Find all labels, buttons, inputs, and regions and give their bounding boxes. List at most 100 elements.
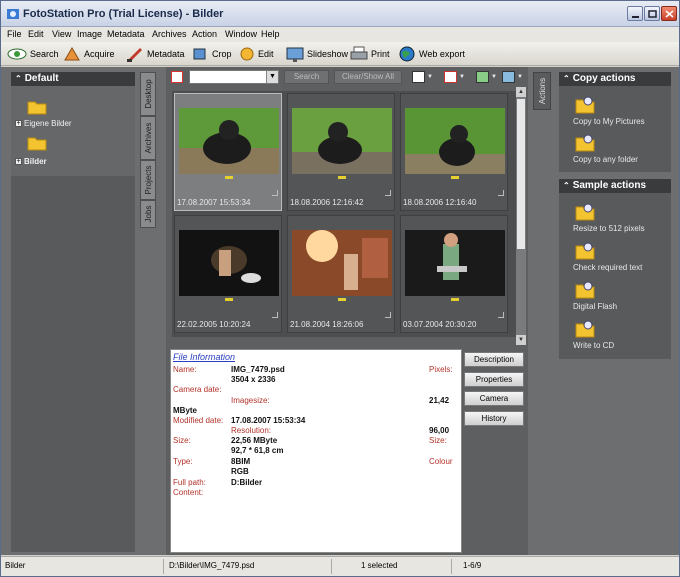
tab-jobs[interactable]: Jobs	[140, 200, 156, 228]
thumbnail-date: 17.08.2007 15:53:34	[177, 198, 251, 207]
thumbnail-date: 03.07.2004 20:30:20	[403, 320, 477, 329]
search-combo[interactable]: ▼	[189, 70, 279, 84]
dropdown-arrow-icon[interactable]: ▼	[491, 74, 497, 80]
view-mode-icon[interactable]	[476, 71, 489, 83]
tab-archives[interactable]: Archives	[140, 116, 156, 160]
acquire-button[interactable]: Acquire	[63, 45, 115, 63]
print-button[interactable]: Print	[350, 45, 390, 63]
menu-edit[interactable]: Edit	[28, 29, 44, 39]
minimize-button[interactable]	[627, 6, 643, 21]
main-area: ⌃ Default + Eigene Bilder + Bilder Deskto…	[1, 67, 679, 555]
metadata-label: Metadata	[147, 49, 185, 59]
grid-scrollbar[interactable]: ▲ ▼	[516, 87, 526, 345]
menu-help[interactable]: Help	[261, 29, 280, 39]
menu-image[interactable]: Image	[77, 29, 102, 39]
dropdown-arrow-icon[interactable]: ▼	[517, 74, 523, 80]
web-export-button[interactable]: Web export	[398, 45, 465, 63]
size-label: Size:	[173, 436, 191, 445]
crop-button[interactable]: Crop	[191, 45, 232, 63]
acquire-label: Acquire	[84, 49, 115, 59]
corner-icon	[272, 190, 278, 196]
web-export-label: Web export	[419, 49, 465, 59]
corner-icon	[498, 190, 504, 196]
corner-icon	[385, 312, 391, 318]
tab-projects[interactable]: Projects	[140, 160, 156, 200]
search-button[interactable]: Search	[7, 45, 59, 63]
status-bar: Bilder D:\Bilder\IMG_7479.psd 1 selected…	[1, 556, 679, 576]
corner-icon	[385, 190, 391, 196]
thumbnail-date: 21.08.2004 18:26:06	[290, 320, 364, 329]
thumbnail[interactable]: 22.02.2005 10:20:24	[174, 215, 282, 333]
clear-show-all-button[interactable]: Clear/Show All	[334, 70, 402, 84]
expand-icon[interactable]: +	[15, 120, 22, 127]
thumbnail-image	[292, 230, 392, 296]
status-separator	[451, 559, 452, 574]
properties-button[interactable]: Properties	[464, 372, 524, 387]
scroll-up-icon[interactable]: ▲	[516, 87, 526, 97]
tree-item-eigene-bilder[interactable]: Eigene Bilder	[24, 119, 72, 128]
menu-view[interactable]: View	[52, 29, 71, 39]
history-button[interactable]: History	[464, 411, 524, 426]
vertical-tabs: Desktop Archives Projects Jobs	[140, 72, 158, 232]
acquire-icon	[64, 47, 80, 61]
collapse-icon: ⌃	[15, 74, 22, 83]
slideshow-icon	[286, 47, 304, 62]
tab-desktop[interactable]: Desktop	[140, 72, 156, 116]
tab-actions[interactable]: Actions	[533, 72, 551, 110]
thumbnail[interactable]: 17.08.2007 15:53:34	[174, 93, 282, 211]
menu-action[interactable]: Action	[192, 29, 217, 39]
search-field-button[interactable]: Search	[284, 70, 329, 84]
thumbnail[interactable]: 03.07.2004 20:30:20	[400, 215, 508, 333]
copy-actions-header[interactable]: ⌃ Copy actions	[559, 72, 671, 86]
calendar-icon[interactable]	[444, 71, 457, 83]
status-separator	[331, 559, 332, 574]
pixels-value: 3504 x 2336	[231, 375, 276, 384]
eye-icon	[7, 48, 27, 60]
main-toolbar: Search Acquire Metadata Crop Edit Slides…	[1, 42, 679, 66]
maximize-button[interactable]	[644, 6, 660, 21]
thumbnail-grid: 17.08.2007 15:53:34 18.08.2006 12:16:42	[172, 91, 516, 337]
thumbnail[interactable]: 18.08.2006 12:16:42	[287, 93, 395, 211]
menu-metadata[interactable]: Metadata	[107, 29, 145, 39]
tree-item-bilder[interactable]: Bilder	[24, 157, 47, 166]
dropdown-arrow-icon[interactable]: ▼	[459, 74, 465, 80]
folders-panel: ⌃ Default + Eigene Bilder + Bilder	[11, 72, 135, 552]
browser-panel: ▼ Search Clear/Show All ▼ ▼ ▼ ▼ 17.08.20…	[166, 67, 528, 555]
sample-actions-header[interactable]: ⌃ Sample actions	[559, 179, 671, 193]
status-mark	[338, 298, 346, 301]
edit-icon	[240, 47, 254, 61]
pen-icon	[127, 48, 142, 62]
description-button[interactable]: Description	[464, 352, 524, 367]
crop-label: Crop	[212, 49, 232, 59]
fullpath-value: D:Bilder	[231, 478, 263, 487]
type-label: Type:	[173, 457, 193, 466]
menu-file[interactable]: File	[7, 29, 22, 39]
edit-button[interactable]: Edit	[239, 45, 274, 63]
thumbnail-image	[292, 108, 392, 174]
collapse-icon: ⌃	[563, 74, 570, 83]
slideshow-button[interactable]: Slideshow	[286, 45, 348, 63]
scroll-down-icon[interactable]: ▼	[516, 335, 526, 345]
thumbnail-image	[179, 108, 279, 174]
status-mark	[225, 176, 233, 179]
corner-icon	[272, 312, 278, 318]
file-info-title[interactable]: File Information	[173, 352, 235, 362]
scrollbar-thumb[interactable]	[517, 99, 525, 249]
sort-icon[interactable]	[502, 71, 515, 83]
imagesize-value: 21,42	[429, 396, 450, 405]
menu-archives[interactable]: Archives	[152, 29, 187, 39]
chevron-down-icon[interactable]: ▼	[266, 71, 278, 83]
metadata-button[interactable]: Metadata	[126, 45, 185, 63]
dropdown-arrow-icon[interactable]: ▼	[427, 74, 433, 80]
menu-window[interactable]: Window	[225, 29, 257, 39]
thumbnail[interactable]: 18.08.2006 12:16:40	[400, 93, 508, 211]
folders-header[interactable]: ⌃ Default	[11, 72, 135, 86]
expand-icon[interactable]: +	[15, 158, 22, 165]
app-window: FotoStation Pro (Trial License) - Bilder…	[0, 0, 680, 577]
menu-bar: File Edit View Image Metadata Archives A…	[1, 27, 679, 42]
checklist-icon[interactable]	[412, 71, 425, 83]
camera-button[interactable]: Camera	[464, 391, 524, 406]
select-toggle-icon[interactable]	[171, 71, 183, 83]
close-button[interactable]	[661, 6, 677, 21]
thumbnail[interactable]: 21.08.2004 18:26:06	[287, 215, 395, 333]
